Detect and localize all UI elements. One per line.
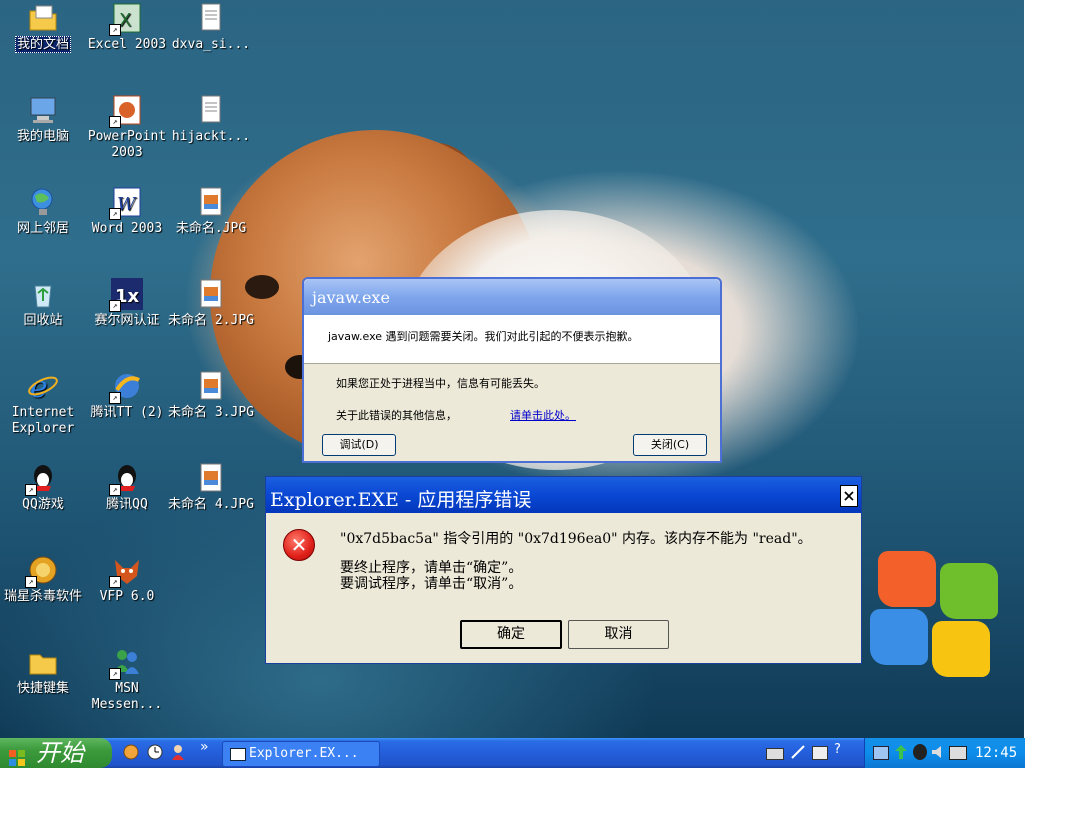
tray-antivirus-icon[interactable] — [893, 744, 909, 760]
debug-hint: 要调试程序，请单击“取消”。 — [340, 576, 523, 592]
desktop-icon-my-computer[interactable]: 我的电脑 — [0, 94, 86, 145]
pen-icon[interactable] — [790, 744, 806, 760]
tray-volume-icon[interactable] — [931, 744, 945, 760]
desktop-icon-excel[interactable]: X ↗ Excel 2003 — [84, 2, 170, 53]
windows-flag-icon — [8, 744, 26, 766]
desktop-icon-network[interactable]: 网上邻居 — [0, 186, 86, 237]
desktop-icon-qq[interactable]: ↗ 腾讯QQ — [84, 462, 170, 513]
close-button[interactable]: × — [840, 485, 858, 507]
desktop-icon-powerpoint[interactable]: ↗ PowerPoint 2003 — [84, 94, 170, 161]
taskbar: 开始 » Explorer.EX... ? 12:45 — [0, 738, 1025, 768]
my-documents-icon — [27, 2, 59, 34]
explorer-dialog-titlebar[interactable]: Explorer.EXE - 应用程序错误 × — [266, 477, 861, 513]
desktop-icon-recycle-bin[interactable]: 回收站 — [0, 278, 86, 329]
excel-icon: X ↗ — [109, 2, 143, 36]
quicklaunch-app-icon[interactable] — [122, 743, 140, 761]
text-file-icon — [195, 2, 227, 34]
tray-network-icon[interactable] — [873, 746, 889, 760]
close-icon: × — [842, 486, 856, 505]
javaw-more-info-text: 关于此错误的其他信息， — [336, 409, 457, 422]
ime-icon[interactable] — [812, 746, 828, 760]
network-icon — [27, 186, 59, 218]
window-icon — [230, 748, 246, 761]
desktop-icon-qq-game[interactable]: ↗ QQ游戏 — [0, 462, 86, 513]
desktop-icon-image-4[interactable]: 未命名 4.JPG — [168, 462, 254, 513]
tray-qq-icon[interactable] — [913, 744, 927, 760]
task-button-label: Explorer.EX... — [249, 746, 359, 761]
vfp-icon: ↗ — [109, 554, 143, 588]
javaw-dialog-titlebar[interactable]: javaw.exe — [304, 279, 720, 315]
internet-explorer-icon: e — [27, 370, 59, 405]
javaw-dialog-message: javaw.exe 遇到问题需要关闭。我们对此引起的不便表示抱歉。 — [328, 330, 639, 343]
qq-icon: ↗ — [109, 462, 143, 496]
tencent-tt-icon: ↗ — [109, 370, 143, 404]
desktop-icon-image-1[interactable]: 未命名.JPG — [168, 186, 254, 237]
qq-game-icon: ↗ — [25, 462, 59, 496]
explorer-dialog-title: Explorer.EXE - 应用程序错误 — [270, 489, 532, 511]
text-file-icon — [195, 94, 227, 126]
msn-icon: ↗ — [109, 646, 143, 680]
keyboard-icon[interactable] — [766, 748, 784, 760]
ok-button[interactable]: 确定 — [460, 620, 562, 649]
image-file-icon — [195, 462, 227, 494]
javaw-more-info-link[interactable]: 请单击此处。 — [510, 407, 576, 423]
javaw-info-lost-text: 如果您正处于进程当中，信息有可能丢失。 — [336, 377, 545, 390]
quick-launch: » — [122, 739, 212, 763]
powerpoint-icon: ↗ — [109, 94, 143, 128]
auth-app-icon: 1x ↗ — [109, 278, 143, 312]
tray-display-icon[interactable] — [949, 746, 967, 760]
quicklaunch-chevron[interactable]: » — [200, 739, 209, 755]
desktop-icon-tencent-tt[interactable]: ↗ 腾讯TT (2) — [84, 370, 170, 421]
desktop-icon-my-documents[interactable]: 我的文档 — [0, 2, 86, 53]
system-tray: 12:45 — [864, 738, 1025, 768]
quicklaunch-clock-icon[interactable] — [146, 743, 164, 761]
explorer-error-dialog: Explorer.EXE - 应用程序错误 × ✕ "0x7d5bac5a" 指… — [265, 476, 862, 664]
my-computer-icon — [27, 94, 59, 126]
desktop-icon-vfp[interactable]: ↗ VFP 6.0 — [84, 554, 170, 605]
task-button-explorer[interactable]: Explorer.EX... — [222, 741, 380, 767]
desktop[interactable]: 我的文档 X ↗ Excel 2003 dxva_si... 我的电脑 ↗ Po… — [0, 0, 1024, 738]
folder-icon — [27, 646, 59, 678]
desktop-icon-word[interactable]: W ↗ Word 2003 — [84, 186, 170, 237]
start-button[interactable]: 开始 — [0, 738, 112, 768]
javaw-dialog-title: javaw.exe — [312, 288, 390, 307]
explorer-error-message: "0x7d5bac5a" 指令引用的 "0x7d196ea0" 内存。该内存不能… — [340, 531, 812, 547]
desktop-icon-image-2[interactable]: 未命名 2.JPG — [168, 278, 254, 329]
windows-logo — [870, 545, 1005, 677]
recycle-bin-icon — [27, 278, 59, 310]
start-label: 开始 — [36, 739, 84, 767]
clock[interactable]: 12:45 — [975, 745, 1017, 761]
desktop-icon-auth-app[interactable]: 1x ↗ 赛尔网认证 — [84, 278, 170, 329]
image-file-icon — [195, 278, 227, 310]
desktop-icon-image-3[interactable]: 未命名 3.JPG — [168, 370, 254, 421]
desktop-icon-dxva-file[interactable]: dxva_si... — [168, 2, 254, 53]
error-icon: ✕ — [283, 529, 315, 561]
desktop-icon-rising-antivirus[interactable]: ↗ 瑞星杀毒软件 — [0, 554, 86, 605]
desktop-icon-shortcuts-folder[interactable]: 快捷键集 — [0, 646, 86, 697]
desktop-icon-msn[interactable]: ↗ MSN Messen... — [84, 646, 170, 713]
debug-button[interactable]: 调试(D) — [322, 434, 396, 456]
javaw-dialog-message-panel: javaw.exe 遇到问题需要关闭。我们对此引起的不便表示抱歉。 — [304, 315, 720, 364]
javaw-error-dialog: javaw.exe javaw.exe 遇到问题需要关闭。我们对此引起的不便表示… — [302, 277, 722, 463]
word-icon: W ↗ — [109, 186, 143, 220]
desktop-icon-hijackthis-file[interactable]: hijackt... — [168, 94, 254, 145]
cancel-button[interactable]: 取消 — [568, 620, 669, 649]
terminate-hint: 要终止程序，请单击“确定”。 — [340, 560, 523, 576]
quicklaunch-user-icon[interactable] — [170, 743, 188, 761]
desktop-icon-internet-explorer[interactable]: e Internet Explorer — [0, 370, 86, 437]
image-file-icon — [195, 370, 227, 402]
help-icon[interactable]: ? — [834, 742, 841, 757]
javaw-close-button[interactable]: 关闭(C) — [633, 434, 707, 456]
language-bar: ? — [766, 742, 856, 762]
image-file-icon — [195, 186, 227, 218]
rising-antivirus-icon: ↗ — [25, 554, 59, 588]
